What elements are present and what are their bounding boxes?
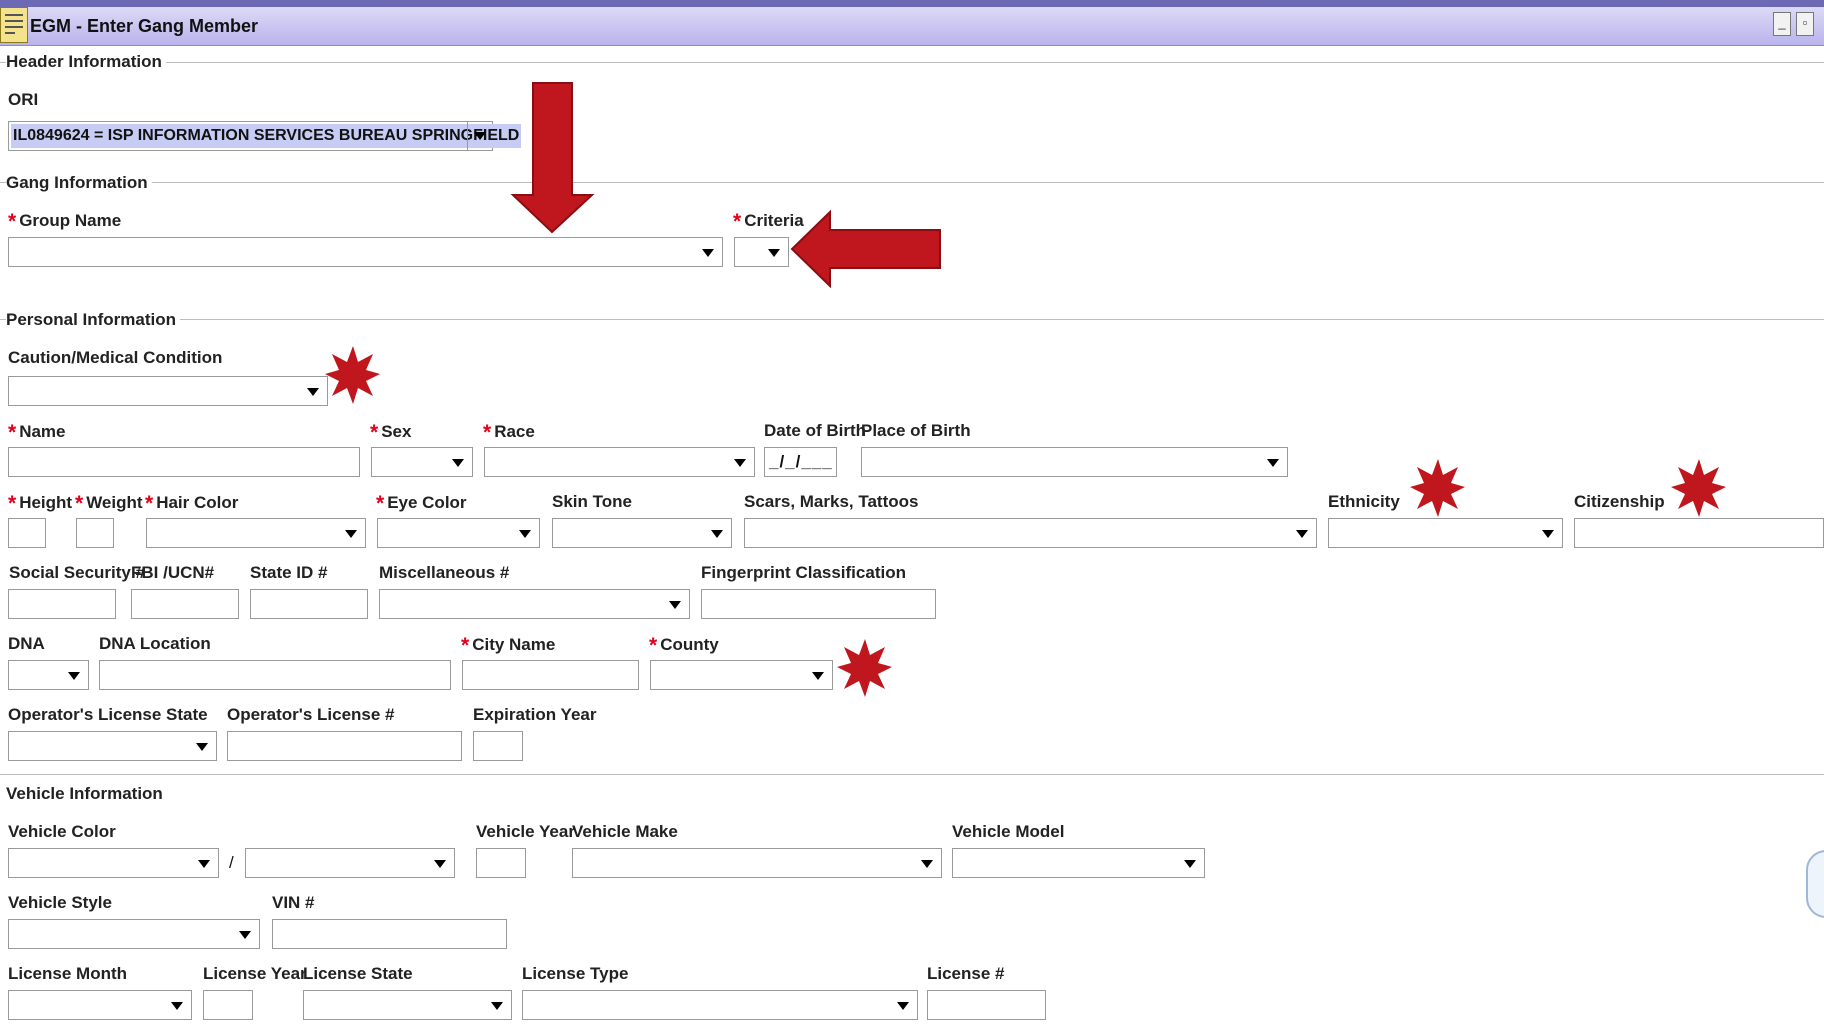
arrow-left-annotation xyxy=(790,209,941,289)
starburst-citizenship-annotation xyxy=(1671,459,1726,517)
arrow-down-annotation xyxy=(510,82,595,234)
annotation-overlay xyxy=(325,82,1726,697)
starburst-county-annotation xyxy=(837,639,892,697)
starburst-caution-annotation xyxy=(325,346,380,404)
starburst-ethnicity-annotation xyxy=(1410,459,1465,517)
